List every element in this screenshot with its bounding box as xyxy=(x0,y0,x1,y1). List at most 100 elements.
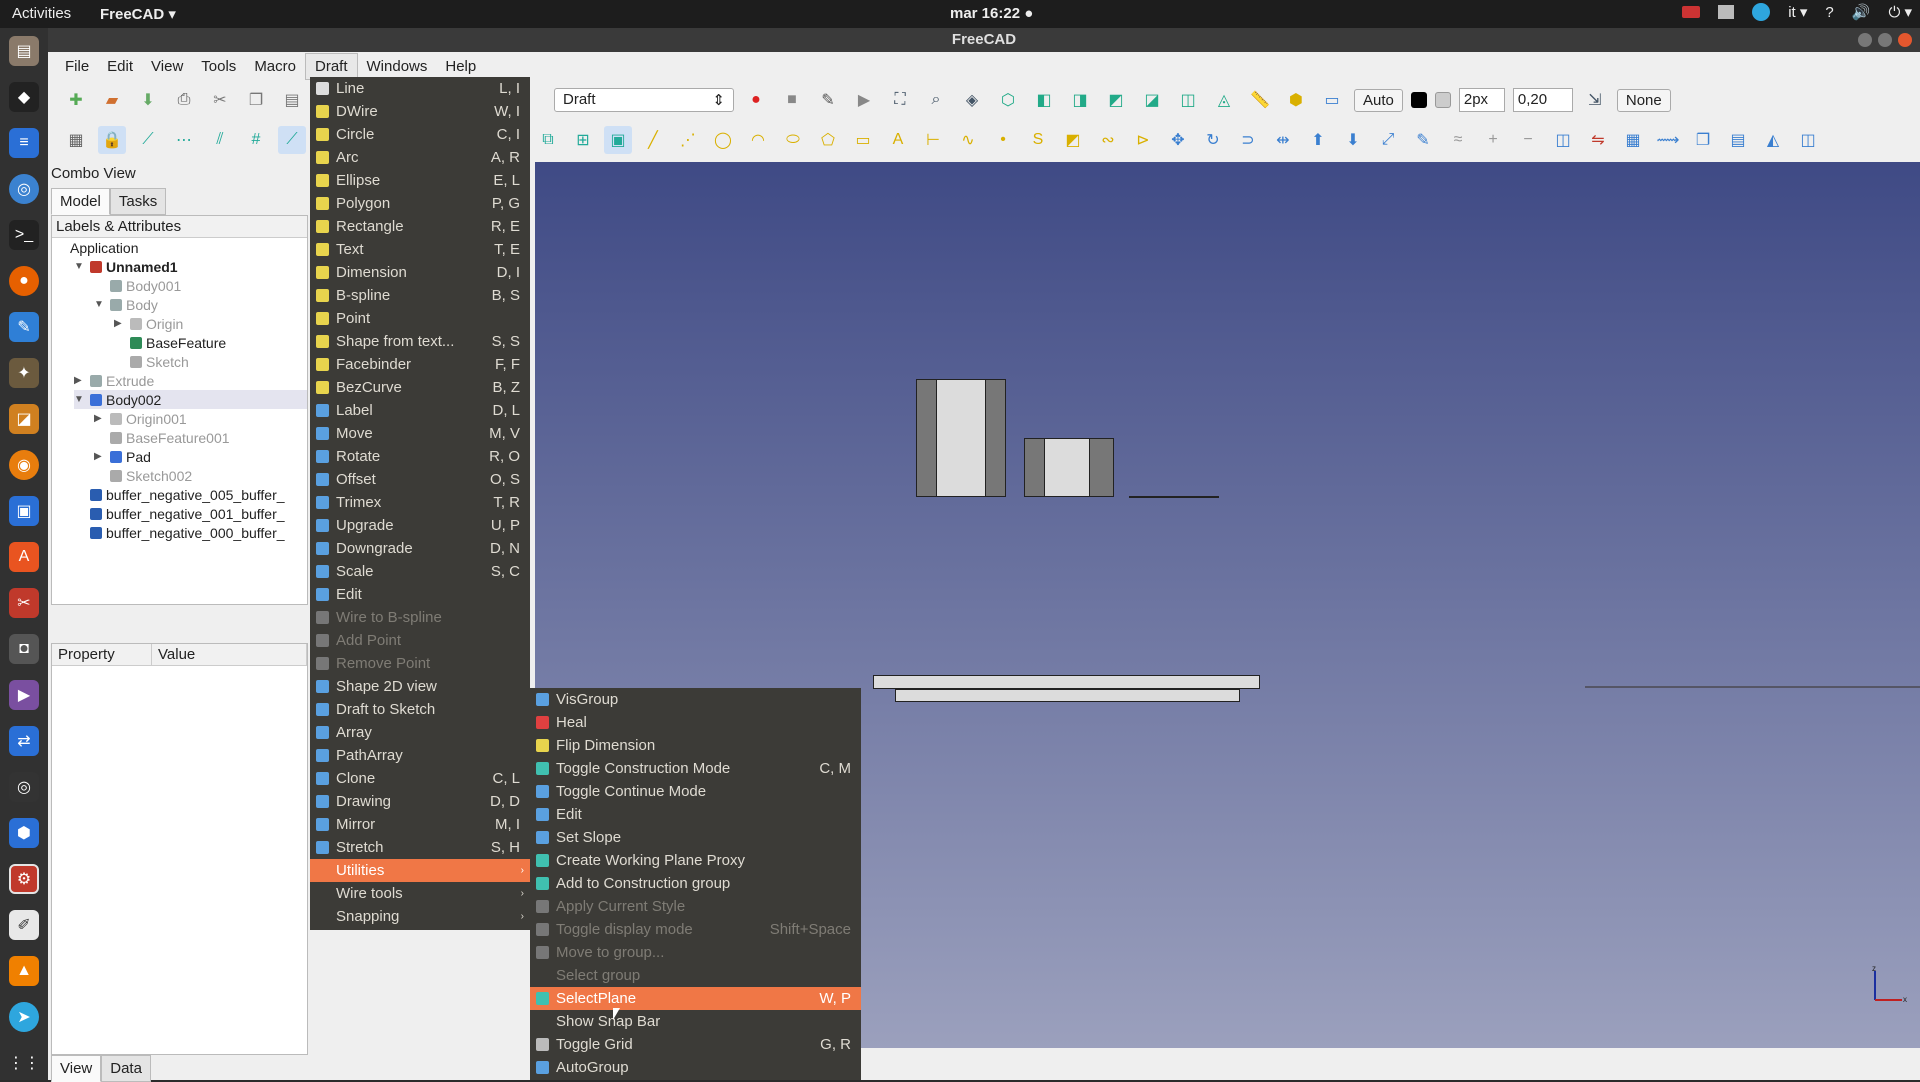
telegram-icon[interactable] xyxy=(1752,3,1771,21)
impress-icon[interactable]: ▣ xyxy=(9,496,39,526)
tab-view[interactable]: View xyxy=(51,1055,102,1082)
menu-item[interactable]: Select group xyxy=(530,964,861,987)
line-segment[interactable] xyxy=(1129,496,1219,498)
menu-item[interactable]: DWire W, I xyxy=(310,100,530,123)
tree-item[interactable]: Sketch002 xyxy=(94,466,307,485)
dimension-tool-icon[interactable]: ⊢ xyxy=(919,126,947,154)
menu-item[interactable]: Array xyxy=(310,721,530,744)
menu-item[interactable]: Apply Current Style xyxy=(530,895,861,918)
scale-tool-icon[interactable]: ⤢ xyxy=(1374,126,1402,154)
menu-item[interactable]: Text T, E xyxy=(310,238,530,261)
menu-item[interactable]: PathArray xyxy=(310,744,530,767)
tree-item[interactable]: buffer_negative_001_buffer_ xyxy=(74,504,307,523)
tab-tasks[interactable]: Tasks xyxy=(109,188,167,215)
media-icon[interactable]: ▶ xyxy=(9,680,39,710)
tree-item[interactable]: Body001 xyxy=(94,276,307,295)
menu-item[interactable]: Circle C, I xyxy=(310,123,530,146)
files-app-icon[interactable]: ▤ xyxy=(9,36,39,66)
activities-button[interactable]: Activities xyxy=(12,5,71,22)
menu-item[interactable]: Snapping › xyxy=(310,905,530,928)
tree-item[interactable]: buffer_negative_005_buffer_ xyxy=(74,485,307,504)
menu-file[interactable]: File xyxy=(56,54,98,79)
eye-icon[interactable]: ◎ xyxy=(9,772,39,802)
tree-item[interactable]: ▼ Unnamed1 xyxy=(74,257,307,276)
mirror-icon[interactable]: ◭ xyxy=(1759,126,1787,154)
patharray-icon[interactable]: ⟿ xyxy=(1654,126,1682,154)
snap-line-icon[interactable]: ⟋ xyxy=(278,126,306,154)
menu-tools[interactable]: Tools xyxy=(192,54,245,79)
right-view-icon[interactable]: ◩ xyxy=(1102,86,1130,114)
line-width-field[interactable]: 2px xyxy=(1458,88,1505,112)
editor-icon[interactable]: ✎ xyxy=(9,312,39,342)
notes-icon[interactable]: ✐ xyxy=(9,910,39,940)
menu-item[interactable]: Label D, L xyxy=(310,399,530,422)
remove-point-icon[interactable]: − xyxy=(1514,126,1542,154)
property-view[interactable]: Property Value xyxy=(51,643,308,1055)
menu-item[interactable]: Flip Dimension xyxy=(530,734,861,757)
menu-item[interactable]: Edit xyxy=(310,583,530,606)
menu-item[interactable]: VisGroup xyxy=(530,688,861,711)
front-view-icon[interactable]: ◧ xyxy=(1030,86,1058,114)
circle-tool-icon[interactable]: ◯ xyxy=(709,126,737,154)
draw-icon[interactable]: ◪ xyxy=(9,404,39,434)
menu-item[interactable]: Point xyxy=(310,307,530,330)
layer-none-button[interactable]: None xyxy=(1616,88,1671,112)
run-macro-icon[interactable]: ▶ xyxy=(850,86,878,114)
edit-macro-icon[interactable]: ✎ xyxy=(814,86,842,114)
shape2dview-icon[interactable]: ◫ xyxy=(1549,126,1577,154)
tree-item[interactable]: ▶ Origin001 xyxy=(94,409,307,428)
app-menu[interactable]: FreeCAD ▾ xyxy=(100,5,176,23)
menu-item[interactable]: Wire to B-spline xyxy=(310,606,530,629)
menu-item[interactable]: Arc A, R xyxy=(310,146,530,169)
record-macro-icon[interactable]: ● xyxy=(742,86,770,114)
polygon-tool-icon[interactable]: ⬠ xyxy=(814,126,842,154)
menu-item[interactable]: Mirror M, I xyxy=(310,813,530,836)
menu-item[interactable]: Polygon P, G xyxy=(310,192,530,215)
blender-icon[interactable]: ◉ xyxy=(9,450,39,480)
menu-item[interactable]: Stretch S, H xyxy=(310,836,530,859)
construction-auto-button[interactable]: Auto xyxy=(1354,88,1403,112)
draft-to-sketch-icon[interactable]: ⇋ xyxy=(1584,126,1612,154)
menu-item[interactable]: Show Snap Bar xyxy=(530,1010,861,1033)
part-icon[interactable]: ⬢ xyxy=(1282,86,1310,114)
menu-item[interactable]: Toggle Construction Mode C, M xyxy=(530,757,861,780)
text-tool-icon[interactable]: A xyxy=(884,126,912,154)
stop-macro-icon[interactable]: ■ xyxy=(778,86,806,114)
menu-item[interactable]: Wire tools › xyxy=(310,882,530,905)
expand-arrow-icon[interactable]: ▶ xyxy=(74,375,86,386)
paste-icon[interactable]: ▤ xyxy=(278,86,306,114)
snap-bar-icon[interactable]: ⊞ xyxy=(569,126,597,154)
arrows-icon[interactable]: ⇄ xyxy=(9,726,39,756)
menu-macro[interactable]: Macro xyxy=(245,54,305,79)
tree-item[interactable]: ▶ Extrude xyxy=(74,371,307,390)
add-point-icon[interactable]: + xyxy=(1479,126,1507,154)
gimp-icon[interactable]: ✦ xyxy=(9,358,39,388)
terminal-icon[interactable]: >_ xyxy=(9,220,39,250)
shapestring-tool-icon[interactable]: S xyxy=(1024,126,1052,154)
vlc-icon[interactable]: ▲ xyxy=(9,956,39,986)
model-tree[interactable]: Labels & Attributes Application ▼ Unnamed1… xyxy=(51,215,308,605)
plate-top[interactable] xyxy=(873,675,1260,689)
menu-item[interactable]: Trimex T, R xyxy=(310,491,530,514)
menu-item[interactable]: Set Slope xyxy=(530,826,861,849)
menu-item[interactable]: Drawing D, D xyxy=(310,790,530,813)
menu-item[interactable]: Remove Point xyxy=(310,652,530,675)
inkscape-icon[interactable]: ◆ xyxy=(9,82,39,112)
tools-icon[interactable]: ✂ xyxy=(9,588,39,618)
top-view-icon[interactable]: ◨ xyxy=(1066,86,1094,114)
expand-arrow-icon[interactable]: ▼ xyxy=(94,299,106,310)
clock[interactable]: mar 16:22 ● xyxy=(950,5,1033,22)
expand-arrow-icon[interactable]: ▶ xyxy=(114,318,126,329)
arc-tool-icon[interactable]: ◠ xyxy=(744,126,772,154)
offset-tool-icon[interactable]: ⊃ xyxy=(1234,126,1262,154)
workbench-selector[interactable]: Draft ⇕ xyxy=(554,88,734,112)
software-center-icon[interactable]: A xyxy=(9,542,39,572)
show-apps-icon[interactable]: ⋮⋮ xyxy=(8,1048,40,1078)
menu-item[interactable]: Clone C, L xyxy=(310,767,530,790)
wire-tool-icon[interactable]: ⋰ xyxy=(674,126,702,154)
menu-item[interactable]: Add Point xyxy=(310,629,530,652)
font-size-field[interactable]: 0,20 xyxy=(1512,88,1573,112)
tab-model[interactable]: Model xyxy=(51,188,110,215)
menu-item[interactable]: Utilities › xyxy=(310,859,530,882)
new-file-icon[interactable]: ✚ xyxy=(62,86,90,114)
